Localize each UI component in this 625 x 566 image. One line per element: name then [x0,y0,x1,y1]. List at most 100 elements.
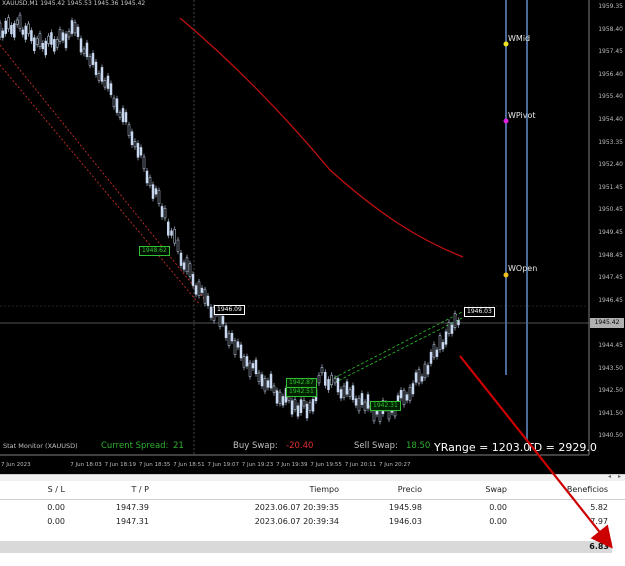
scroll-left-icon[interactable]: ◂ [608,473,611,480]
candle-body [342,385,346,398]
candle-body [1,30,5,38]
scroll-right-icon[interactable]: ▸ [618,473,621,480]
candle-body [100,67,104,82]
price-chart[interactable]: XAUUSD,M1 1945.42 1945.53 1945.36 1945.4… [0,0,625,474]
candle-body [41,43,45,50]
price-tag: 1942.31 [370,401,401,411]
candle-body [188,263,192,277]
candle-body [64,33,68,49]
candle-body [327,379,330,391]
col-swap[interactable]: Swap [485,485,507,494]
candle-body [450,324,454,334]
price-tick: 1955.40 [598,93,623,101]
time-tick: 7 Jun 20:11 [344,462,377,468]
candle-body [230,333,234,342]
price-tag: 1942.51 [286,387,317,397]
col-profit[interactable]: Beneficios [567,485,608,494]
buy-swap-label: Buy Swap: [233,441,278,451]
price-tick: 1957.45 [598,48,623,56]
candle-body [76,26,80,37]
symbol-info-line: XAUUSD,M1 1945.42 1945.53 1945.36 1945.4… [2,0,146,7]
candle-body [402,390,406,405]
price-tick: 1940.50 [598,432,623,440]
candle-body [290,400,294,415]
candle-body [91,53,95,65]
candle-body [248,362,252,377]
candle-body [354,398,358,406]
candle-body [142,156,146,170]
candle-body [30,30,33,42]
candle-body [176,239,180,252]
price-tick: 1942.50 [598,387,623,395]
candle-body [179,252,183,266]
candle-body [336,377,340,393]
candle-body [245,356,249,367]
sell-swap-label: Sell Swap: [354,441,398,451]
cell-price: 1946.03 [388,517,422,526]
candle-body [61,32,65,41]
candle-body [7,17,10,30]
col-price[interactable]: Precio [398,485,422,494]
candle-body [4,20,7,34]
candle-body [160,206,164,218]
candle-body [67,31,71,38]
candle-body [302,400,306,407]
candle-body [13,23,16,38]
candle-body [21,29,25,35]
cell-swap: 0.00 [489,503,507,512]
wpivot-label: WPivot [508,111,536,120]
candle-body [44,40,47,56]
candle-body [236,341,240,348]
wmid-label: WMid [508,34,531,43]
monitor-label: Stat Monitor (XAUUSD) [3,442,78,450]
spread-value: 21 [173,441,184,451]
candle-body [103,80,107,88]
table-row[interactable]: 0.00 1947.31 2023.06.07 20:39:34 1946.03… [0,515,625,528]
candle-body [170,230,173,236]
candle-body [15,19,19,25]
candle-body [414,372,418,383]
candle-body [33,37,36,52]
candle-body [432,344,436,358]
candle-body [130,131,134,146]
candle-body [330,374,333,386]
candle-body [194,285,198,295]
candle-body [70,20,74,34]
candle-body [157,190,161,204]
candle-body [79,38,83,53]
candle-body [239,344,243,359]
candle-body [438,335,442,350]
price-tick: 1954.40 [598,116,623,123]
price-tick: 1951.45 [598,183,623,191]
table-row[interactable]: 0.00 1947.39 2023.06.07 20:39:35 1945.98… [0,501,625,514]
candle-body [345,381,349,395]
candle-body [148,177,152,186]
candle-body [173,229,176,244]
candle-body [154,188,158,195]
candle-body [82,48,86,54]
candle-body [127,124,131,136]
col-tp[interactable]: T / P [132,485,150,494]
candle-body [351,385,355,400]
price-tick: 1950.45 [598,206,623,214]
col-sl[interactable]: S / L [48,485,65,494]
candle-body [423,363,427,379]
candle-body [429,351,433,364]
price-tick: 1952.40 [598,161,623,169]
time-tick: 7 Jun 18:35 [138,462,171,468]
candle-body [357,398,361,412]
candle-body [24,25,27,40]
candle-body [35,38,39,45]
price-tick: 1941.50 [598,409,623,417]
candle-body [308,402,312,411]
spread-label: Current Spread: [101,441,169,451]
trend-line-lower [0,64,201,306]
candle-body [405,394,409,401]
candle-body [417,369,421,384]
candle-body [0,22,2,38]
col-time[interactable]: Tiempo [309,485,339,494]
candle-body [257,372,261,382]
candle-body [363,401,367,412]
price-tag: 1948.62 [139,246,170,256]
candle-body [38,33,42,47]
